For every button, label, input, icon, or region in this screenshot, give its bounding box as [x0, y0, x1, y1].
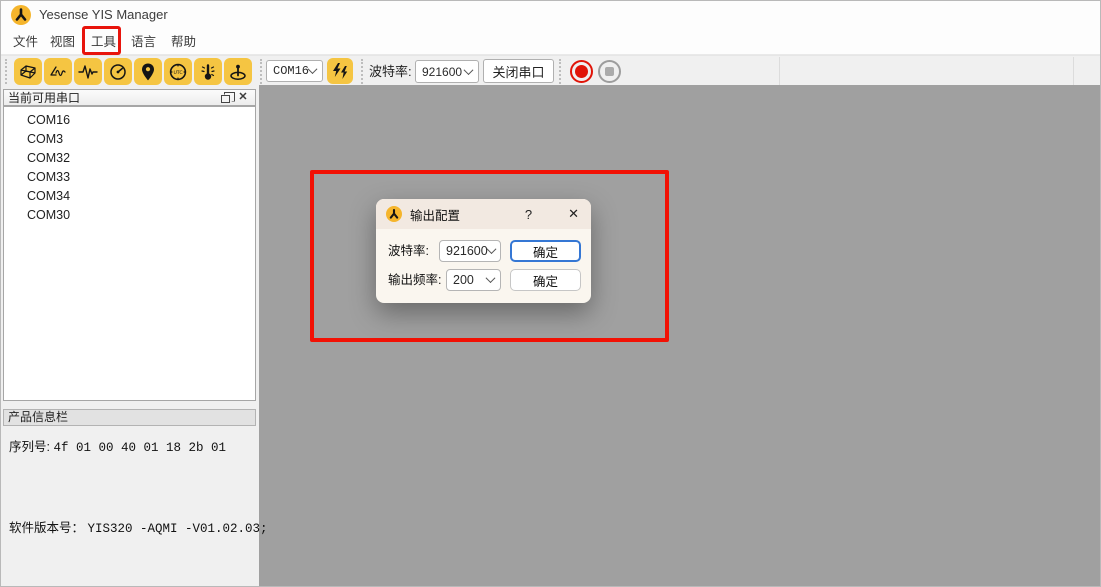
serial-port-list: COM16 COM3 COM32 COM33 COM34 COM30 — [3, 106, 256, 401]
serial-number-line: 序列号: 4f 01 00 40 01 18 2b 01 — [9, 436, 226, 455]
chevron-down-icon — [465, 68, 473, 76]
list-item-com32[interactable]: COM32 — [4, 149, 255, 168]
sidebar: 当前可用串口 ✕ COM16 COM3 COM32 COM33 COM34 CO… — [1, 86, 259, 587]
dialog-output-rate-select[interactable]: 200 — [446, 269, 501, 291]
cube-3d-button[interactable] — [14, 58, 42, 85]
list-item-com3[interactable]: COM3 — [4, 130, 255, 149]
output-config-dialog: 输出配置 ? ✕ 波特率: 921600 确定 输出频率: 200 确定 — [376, 199, 591, 303]
baud-rate-row: 波特率: 921600 确定 — [376, 240, 591, 262]
record-button[interactable] — [570, 60, 593, 83]
software-version-line: 软件版本号： YIS320 -AQMI -V01.02.03; — [9, 517, 268, 536]
waveform-button[interactable] — [74, 58, 102, 85]
software-version-label: 软件版本号： — [9, 521, 84, 535]
port-select-value: COM16 — [273, 64, 309, 78]
float-window-icon — [221, 95, 230, 103]
menu-help[interactable]: 帮助 — [169, 29, 198, 55]
menu-language[interactable]: 语言 — [129, 29, 158, 55]
baud-confirm-button[interactable]: 确定 — [510, 240, 581, 262]
serial-number-value: 4f 01 00 40 01 18 2b 01 — [53, 441, 226, 455]
list-item-com16[interactable]: COM16 — [4, 111, 255, 130]
attitude-curve-button[interactable] — [44, 58, 72, 85]
list-item-com30[interactable]: COM30 — [4, 206, 255, 225]
baud-rate-select[interactable]: 921600 — [415, 60, 479, 83]
menu-bar: 文件 视图 工具 语言 帮助 — [1, 29, 1100, 55]
chevron-down-icon — [309, 67, 317, 75]
serial-number-label: 序列号: — [9, 440, 50, 454]
dialog-title-bar: 输出配置 ? ✕ — [376, 199, 591, 229]
toolbar-drag-handle[interactable] — [260, 59, 262, 84]
toolbar-drag-handle[interactable] — [361, 59, 363, 84]
list-item-com33[interactable]: COM33 — [4, 168, 255, 187]
float-panel-button[interactable] — [219, 91, 235, 105]
lightning-refresh-icon — [331, 62, 349, 80]
dialog-baud-label: 波特率: — [388, 240, 429, 262]
close-serial-port-button[interactable]: 关闭串口 — [483, 59, 554, 83]
svg-text:UTC: UTC — [173, 70, 182, 76]
toolbar-separator — [779, 57, 780, 86]
gauge-button[interactable] — [104, 58, 132, 85]
toolbar-drag-handle[interactable] — [5, 59, 7, 84]
utc-clock-button[interactable]: UTC — [164, 58, 192, 85]
list-item-com34[interactable]: COM34 — [4, 187, 255, 206]
ports-panel-title: 当前可用串口 — [8, 89, 80, 106]
chevron-down-icon — [488, 247, 495, 255]
baud-rate-value: 921600 — [422, 65, 462, 79]
tilt-sensor-button[interactable] — [224, 58, 252, 85]
toolbar-separator — [1073, 57, 1074, 86]
software-version-value: YIS320 -AQMI -V01.02.03; — [88, 522, 268, 536]
close-panel-button[interactable]: ✕ — [235, 91, 251, 105]
window-title: Yesense YIS Manager — [39, 1, 168, 29]
ports-panel-header: 当前可用串口 ✕ — [3, 89, 256, 106]
dialog-baud-select[interactable]: 921600 — [439, 240, 501, 262]
app-logo-icon — [11, 5, 31, 25]
waveform-icon — [78, 62, 98, 82]
dialog-baud-value: 921600 — [446, 244, 488, 258]
output-rate-confirm-button[interactable]: 确定 — [510, 269, 581, 291]
app-window: Yesense YIS Manager 文件 视图 工具 语言 帮助 — [0, 0, 1101, 587]
toolbar: UTC COM16 — [1, 55, 1100, 86]
menu-file[interactable]: 文件 — [11, 29, 40, 55]
title-bar: Yesense YIS Manager — [1, 1, 1100, 29]
port-select[interactable]: COM16 — [266, 60, 323, 82]
app-logo-icon — [386, 206, 402, 222]
dialog-title: 输出配置 — [410, 205, 460, 224]
main-canvas — [259, 85, 1101, 587]
cube-3d-icon — [18, 62, 38, 82]
toolbar-drag-handle[interactable] — [559, 59, 561, 84]
refresh-ports-button[interactable] — [327, 58, 353, 84]
output-rate-row: 输出频率: 200 确定 — [376, 269, 591, 291]
thermometer-icon — [198, 62, 218, 82]
gps-button[interactable] — [134, 58, 162, 85]
close-icon: ✕ — [238, 92, 247, 103]
attitude-curve-icon — [48, 62, 68, 82]
gps-pin-icon — [138, 62, 158, 82]
menu-tools[interactable]: 工具 — [89, 29, 118, 55]
info-panel-header: 产品信息栏 — [3, 409, 256, 426]
dialog-help-button[interactable]: ? — [521, 207, 536, 222]
stop-button[interactable] — [598, 60, 621, 83]
menu-view[interactable]: 视图 — [48, 29, 77, 55]
dialog-output-rate-label: 输出频率: — [388, 269, 441, 291]
utc-clock-icon: UTC — [168, 62, 188, 82]
tilt-sensor-icon — [228, 62, 248, 82]
thermometer-button[interactable] — [194, 58, 222, 85]
dialog-output-rate-value: 200 — [453, 273, 474, 287]
dialog-close-button[interactable]: ✕ — [566, 206, 581, 222]
baud-rate-label: 波特率: — [369, 56, 412, 87]
gauge-icon — [108, 62, 128, 82]
chevron-down-icon — [487, 276, 495, 284]
